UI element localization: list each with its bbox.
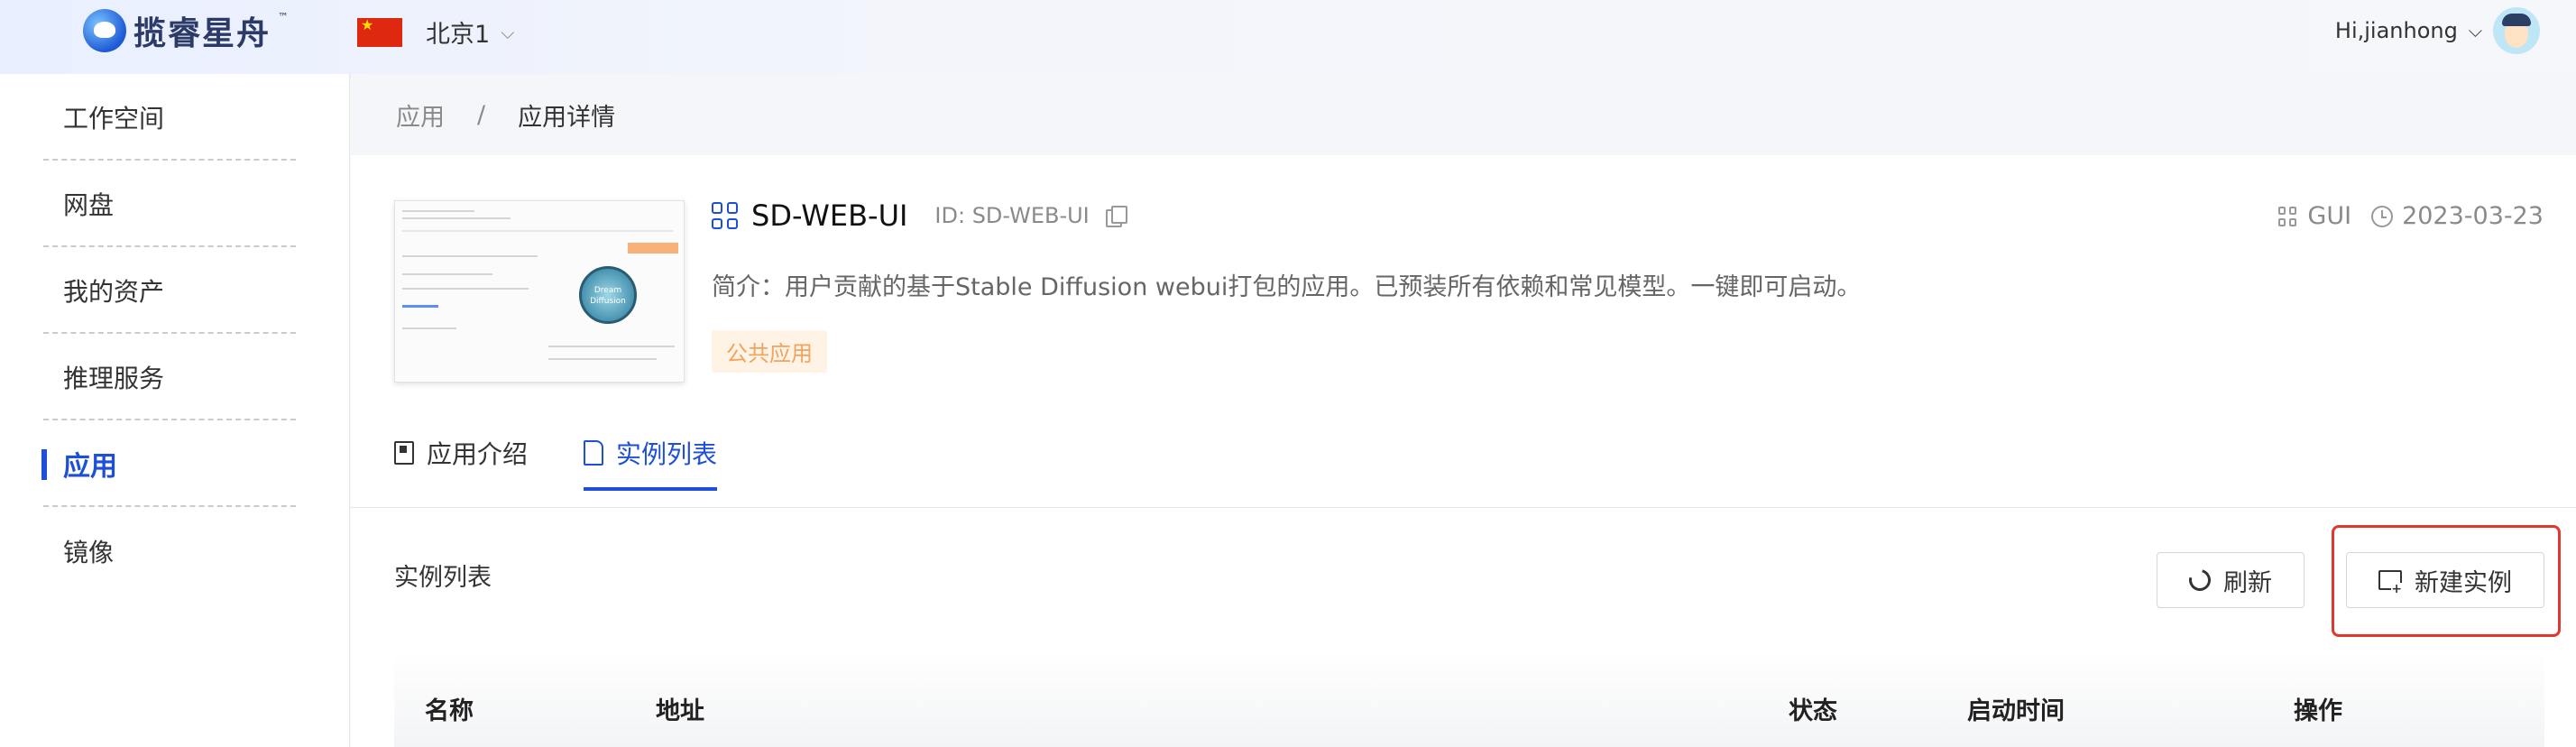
tab-label: 应用介绍 xyxy=(427,439,529,469)
thumb-line xyxy=(548,346,675,347)
breadcrumb-parent-link[interactable]: 应用 xyxy=(396,97,445,133)
app-type-label: GUI xyxy=(2307,202,2352,230)
sidebar-item-label: 网盘 xyxy=(63,190,115,220)
breadcrumb-current: 应用详情 xyxy=(518,103,616,132)
instance-table-header: 名称 地址 状态 启动时间 操作 xyxy=(394,651,2544,747)
sidebar-item-label: 镜像 xyxy=(63,538,115,567)
thumb-line xyxy=(402,217,511,219)
clock-icon xyxy=(2371,205,2394,227)
sidebar-item-label: 工作空间 xyxy=(63,104,165,134)
top-bar: 揽睿星舟 ™ 北京1 ⌵ Hi,jianhong ⌵ xyxy=(0,0,2576,74)
column-header-name: 名称 xyxy=(425,697,474,725)
thumb-line xyxy=(548,358,657,360)
thumb-line xyxy=(402,273,492,275)
refresh-button[interactable]: 刷新 xyxy=(2157,552,2305,608)
sidebar-item-label: 推理服务 xyxy=(63,364,165,393)
thumb-slider xyxy=(402,305,438,308)
app-id: ID: SD-WEB-UI xyxy=(934,203,1090,228)
user-greeting: Hi,jianhong xyxy=(2334,18,2458,43)
refresh-label: 刷新 xyxy=(2223,568,2272,597)
region-name: 北京1 xyxy=(426,21,491,49)
user-menu[interactable]: Hi,jianhong ⌵ xyxy=(2335,7,2540,54)
breadcrumb: 应用 / 应用详情 xyxy=(351,74,2576,155)
avatar[interactable] xyxy=(2493,7,2540,54)
thumb-generate-button xyxy=(628,243,678,254)
new-instance-button[interactable]: 新建实例 xyxy=(2346,552,2544,608)
section-title: 实例列表 xyxy=(394,564,492,592)
column-header-start-time: 启动时间 xyxy=(1967,697,2065,725)
sidebar-item-netdisk[interactable]: 网盘 xyxy=(43,162,296,247)
avatar-face-icon xyxy=(2502,14,2531,48)
thumb-line xyxy=(402,288,529,290)
brand-name: 揽睿星舟 xyxy=(133,15,271,52)
trademark: ™ xyxy=(278,11,290,23)
folder-plus-icon xyxy=(2378,570,2402,595)
column-header-actions: 操作 xyxy=(2294,697,2342,725)
column-header-status: 状态 xyxy=(1789,697,1837,725)
chevron-down-icon: ⌵ xyxy=(2468,20,2482,42)
app-name: SD-WEB-UI xyxy=(751,198,908,233)
thumb-line xyxy=(402,210,474,212)
copy-icon[interactable] xyxy=(1105,206,1127,227)
tab-instance-list[interactable]: 实例列表 xyxy=(584,435,718,491)
app-type: GUI xyxy=(2278,202,2351,230)
tab-app-intro[interactable]: 应用介绍 xyxy=(394,435,528,491)
region-selector[interactable]: 北京1 ⌵ xyxy=(357,14,514,50)
china-flag-icon xyxy=(357,16,402,47)
app-meta: GUI 2023-03-23 xyxy=(2278,202,2544,230)
thumb-line xyxy=(402,255,538,257)
sidebar: 工作空间 网盘 我的资产 推理服务 应用 镜像 xyxy=(0,74,350,747)
gui-icon xyxy=(2278,206,2298,226)
app-date: 2023-03-23 xyxy=(2371,202,2544,230)
app-date-label: 2023-03-23 xyxy=(2402,202,2544,230)
active-indicator xyxy=(41,449,47,480)
refresh-icon xyxy=(2185,565,2215,595)
sidebar-item-label: 应用 xyxy=(63,451,117,483)
breadcrumb-separator: / xyxy=(477,100,486,129)
thumb-line xyxy=(402,230,673,232)
tabs-divider xyxy=(351,507,2576,508)
sidebar-item-apps[interactable]: 应用 xyxy=(41,422,296,507)
column-header-address: 地址 xyxy=(656,697,704,725)
app-title-row: SD-WEB-UI ID: SD-WEB-UI xyxy=(712,198,1127,233)
app-thumbnail[interactable]: Dream Diffusion xyxy=(394,200,685,383)
public-app-badge: 公共应用 xyxy=(712,330,827,373)
chevron-down-icon: ⌵ xyxy=(501,21,515,43)
tab-bar: 应用介绍 实例列表 xyxy=(394,435,718,491)
sidebar-item-my-assets[interactable]: 我的资产 xyxy=(43,249,296,334)
sidebar-item-label: 我的资产 xyxy=(63,277,165,307)
tab-label: 实例列表 xyxy=(616,439,718,469)
app-description: 简介：用户贡献的基于Stable Diffusion webui打包的应用。已预… xyxy=(712,273,1862,301)
sidebar-item-workspace[interactable]: 工作空间 xyxy=(43,76,296,161)
sidebar-item-images[interactable]: 镜像 xyxy=(43,509,296,594)
thumb-line xyxy=(402,327,456,329)
sidebar-item-inference[interactable]: 推理服务 xyxy=(43,336,296,420)
new-instance-label: 新建实例 xyxy=(2415,568,2512,597)
file-icon xyxy=(584,440,604,466)
app-grid-icon xyxy=(712,202,739,229)
thumb-dream-diffusion-image: Dream Diffusion xyxy=(579,266,637,324)
brand-logo[interactable]: 揽睿星舟 ™ xyxy=(83,7,289,54)
app-detail-panel: Dream Diffusion SD-WEB-UI ID: SD-WEB-UI … xyxy=(351,155,2576,747)
book-icon xyxy=(394,441,414,465)
logo-icon xyxy=(83,9,126,52)
